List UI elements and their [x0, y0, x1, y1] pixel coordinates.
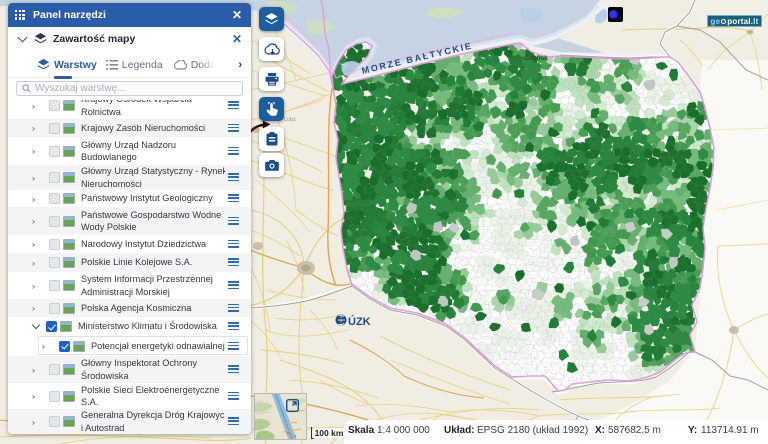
svg-text:Č: Č — [336, 315, 343, 326]
svg-text:Lübz: Lübz — [284, 117, 296, 123]
svg-text:ÚZK: ÚZK — [348, 315, 371, 328]
svg-text:Gdańsk: Gdańsk — [524, 55, 548, 62]
